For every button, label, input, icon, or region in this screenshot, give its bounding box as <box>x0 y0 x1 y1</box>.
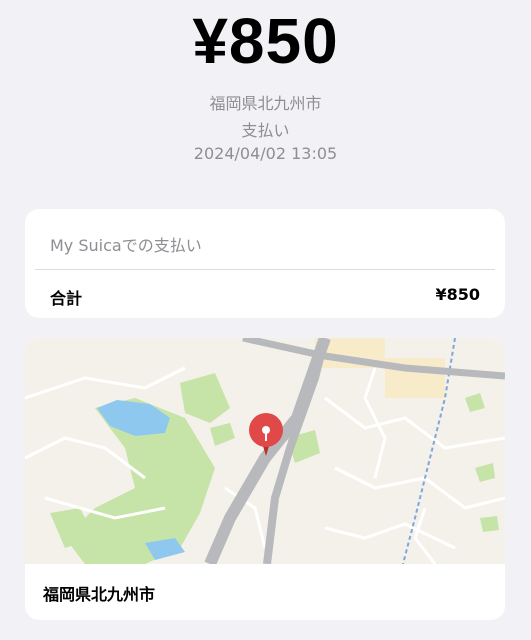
payment-method-label: My Suicaでの支払い <box>50 236 202 255</box>
location-text: 福岡県北九州市 <box>209 94 322 113</box>
transaction-datetime: 2024/04/02 13:05 <box>193 144 338 163</box>
payment-summary-card: My Suicaでの支払い 合計 ¥850 <box>25 209 505 318</box>
map-place-label: 福岡県北九州市 <box>43 585 156 604</box>
transaction-type: 支払い <box>241 121 290 140</box>
payment-amount: ¥850 <box>192 5 339 77</box>
total-value: ¥850 <box>435 285 480 304</box>
map-view[interactable] <box>25 338 505 564</box>
divider <box>35 269 495 270</box>
total-label: 合計 <box>50 289 83 308</box>
map-park <box>480 516 499 532</box>
map-card[interactable]: 福岡県北九州市 <box>25 338 505 620</box>
